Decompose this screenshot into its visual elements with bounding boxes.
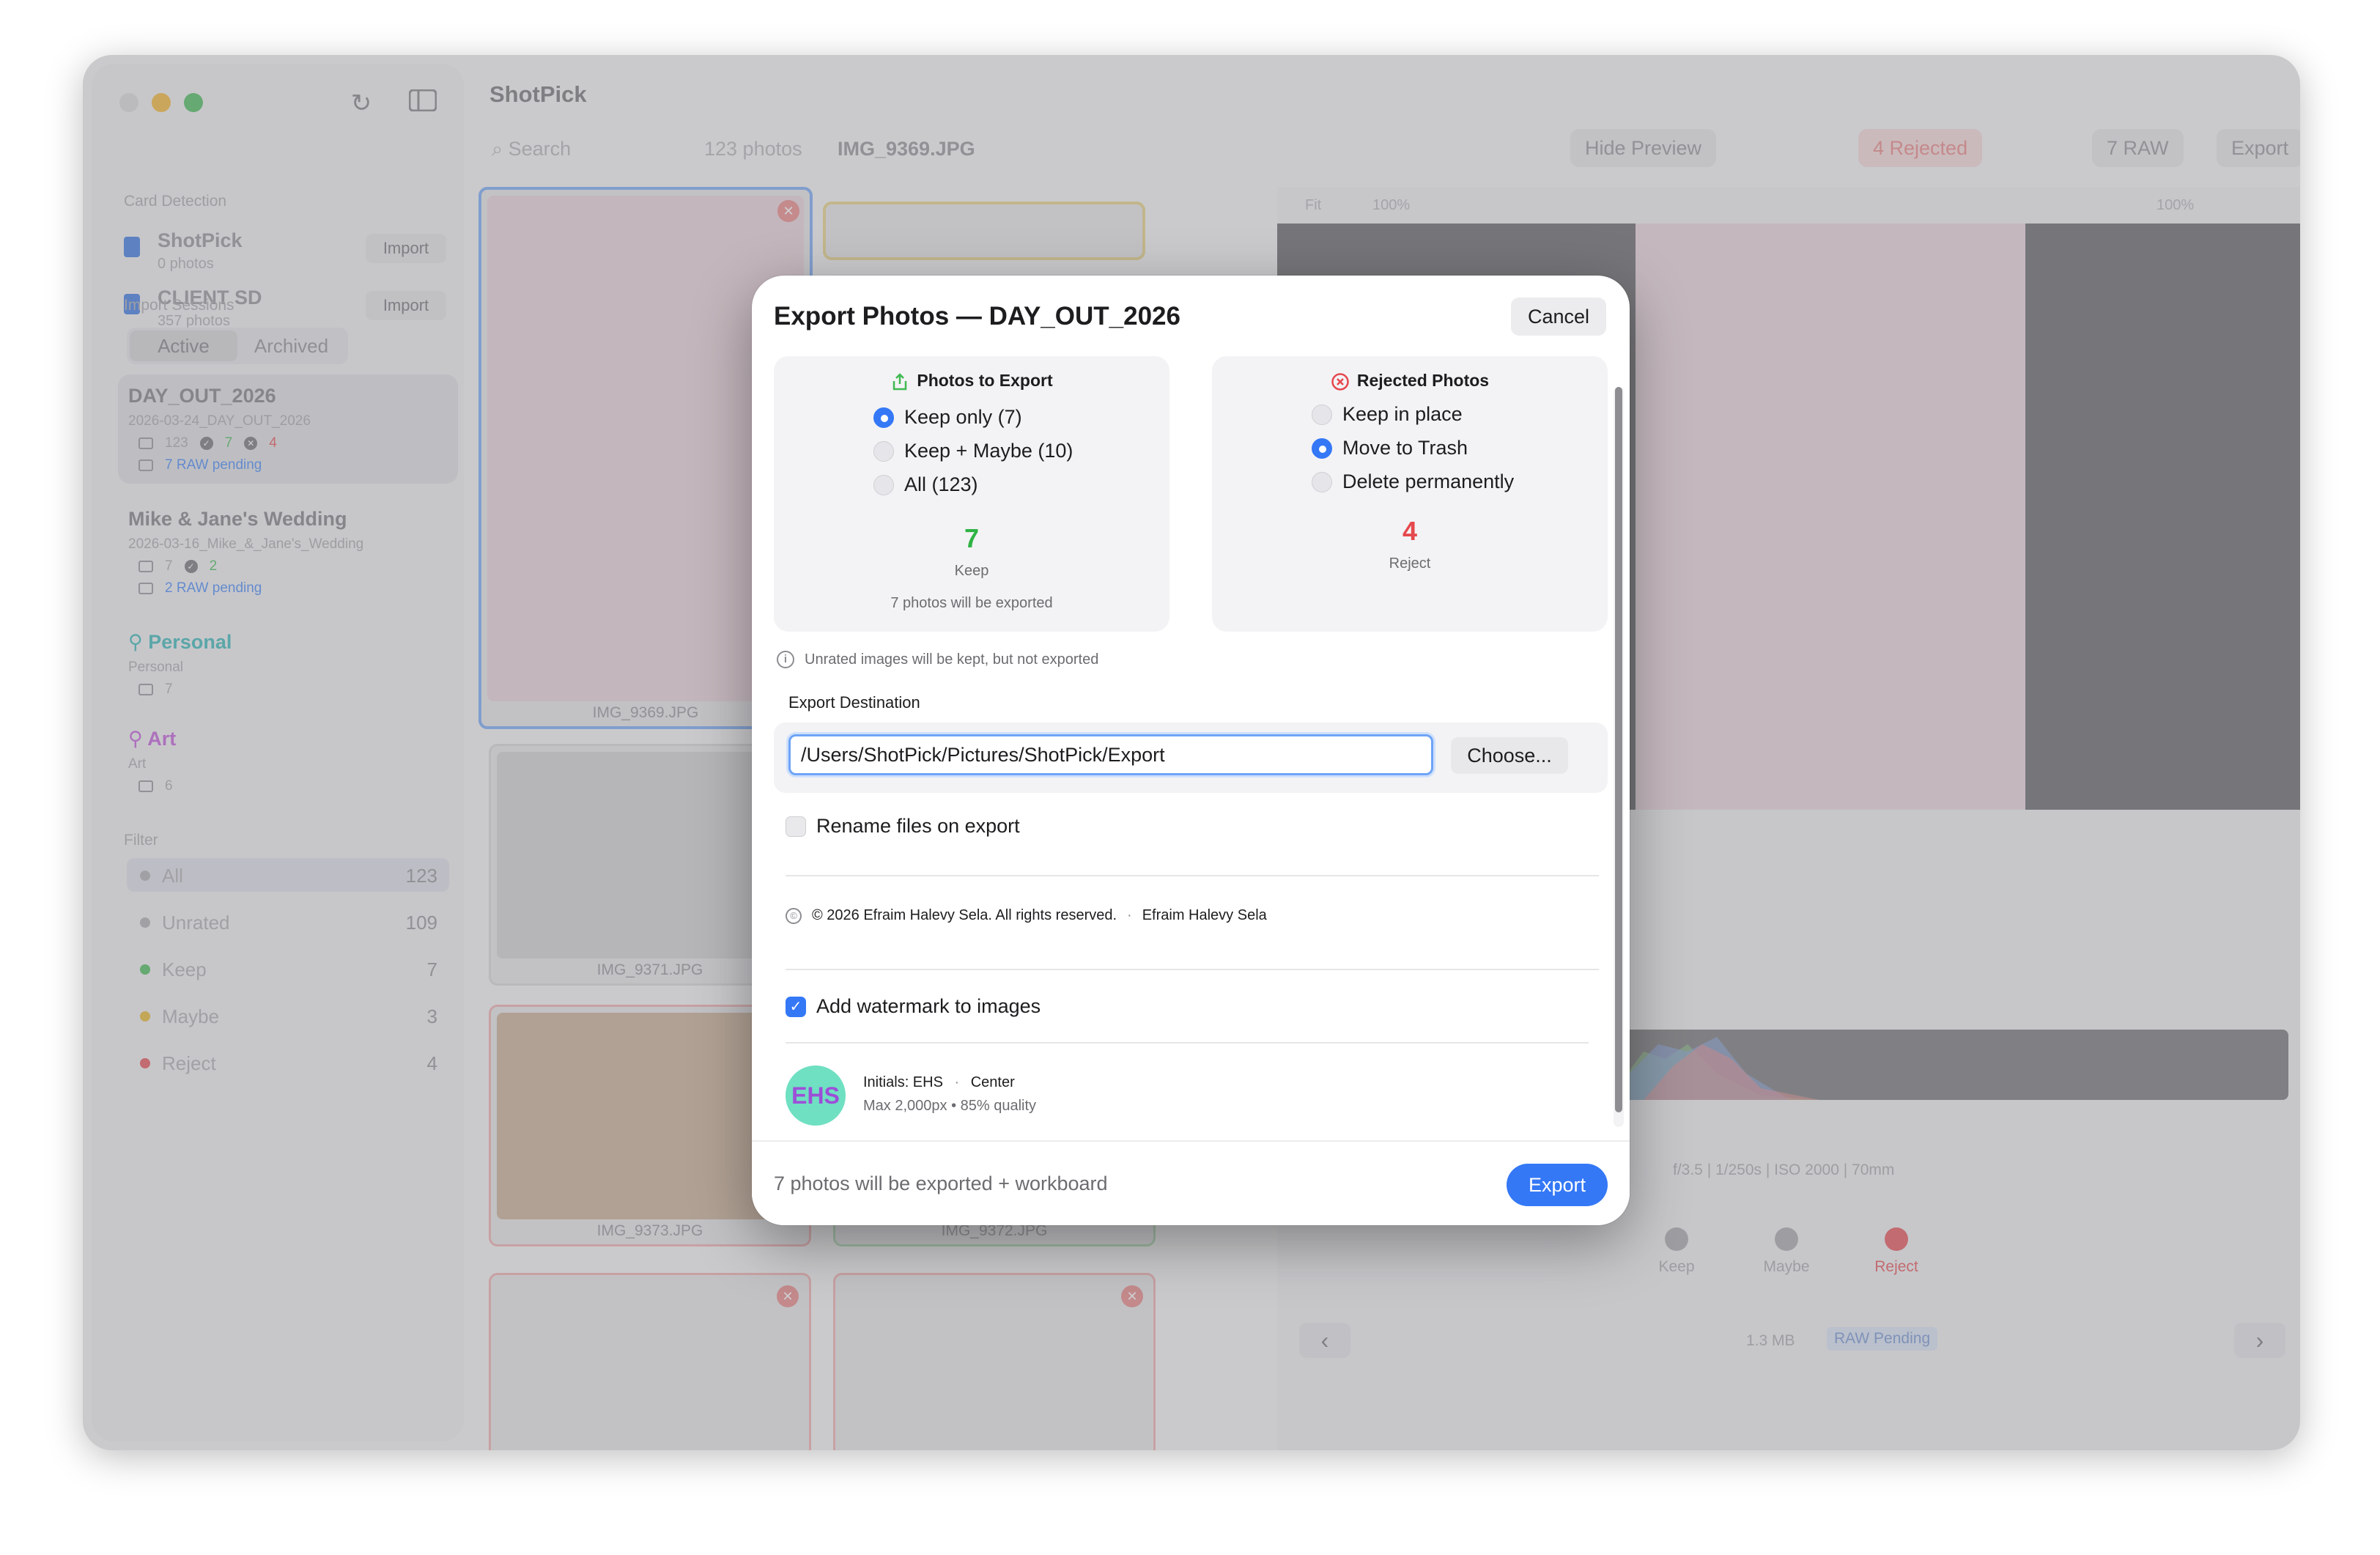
divider [786,1042,1589,1044]
choose-button[interactable]: Choose... [1451,737,1568,774]
separator: · [1127,907,1132,923]
x-circle-icon [1331,372,1350,391]
radio-all[interactable]: All (123) [873,473,978,496]
divider [786,969,1599,970]
scrollbar-thumb[interactable] [1615,387,1622,1112]
radio-label: Keep in place [1342,403,1463,425]
radio-label: All (123) [904,473,978,495]
export-summary: 7 photos will be exported [890,595,1053,611]
unrated-note-text: Unrated images will be kept, but not exp… [805,651,1099,668]
heading-text: Rejected Photos [1356,371,1490,390]
rejected-photos-heading: Rejected Photos [1212,371,1608,391]
radio-keep-in-place[interactable]: Keep in place [1312,403,1463,426]
radio-keep-only[interactable]: Keep only (7) [873,406,1022,429]
radio-move-to-trash[interactable]: Move to Trash [1312,437,1468,459]
radio-keep-maybe[interactable]: Keep + Maybe (10) [873,440,1073,462]
radio-label: Keep + Maybe (10) [904,440,1073,462]
cancel-button[interactable]: Cancel [1511,298,1606,336]
separator: · [954,1074,960,1090]
dialog-scroll-area[interactable]: Photos to Export Keep only (7) Keep + Ma… [752,356,1630,1140]
share-icon [890,372,909,391]
author-text: Efraim Halevy Sela [1142,907,1267,923]
watermark-quality: Max 2,000px • 85% quality [863,1098,1037,1114]
checkbox-indicator [786,816,806,837]
photos-to-export-heading: Photos to Export [774,371,1169,391]
dialog-title: Export Photos — DAY_OUT_2026 [774,302,1180,330]
radio-delete-permanently[interactable]: Delete permanently [1312,470,1514,493]
radio-indicator [1312,404,1332,425]
export-destination-label: Export Destination [788,693,920,712]
divider [786,875,1599,876]
rejected-photos-panel: Rejected Photos Keep in place Move to Tr… [1212,356,1608,632]
photos-to-export-panel: Photos to Export Keep only (7) Keep + Ma… [774,356,1169,632]
checkbox-label: Rename files on export [816,815,1020,837]
radio-label: Keep only (7) [904,406,1022,428]
dialog-footer: 7 photos will be exported + workboard Ex… [752,1140,1630,1225]
radio-label: Delete permanently [1342,470,1515,492]
radio-indicator [1312,437,1332,459]
radio-indicator [873,440,894,462]
copyright-row: © © 2026 Efraim Halevy Sela. All rights … [786,907,1267,924]
reject-count: 4 [1402,516,1418,546]
heading-text: Photos to Export [917,371,1053,390]
export-button[interactable]: Export [1507,1164,1608,1206]
rename-files-checkbox[interactable]: Rename files on export [786,815,1020,838]
radio-indicator [1312,471,1332,492]
radio-label: Move to Trash [1342,437,1468,459]
copyright-icon: © [786,907,802,924]
footer-summary: 7 photos will be exported + workboard [774,1172,1108,1194]
radio-indicator [873,474,894,495]
export-count-label: Keep [954,563,989,579]
dialog-scrollbar[interactable] [1614,387,1624,1127]
unrated-note: i Unrated images will be kept, but not ex… [777,651,1098,668]
copyright-text: © 2026 Efraim Halevy Sela. All rights re… [812,907,1117,923]
reject-count-label: Reject [1389,555,1431,572]
checkbox-label: Add watermark to images [816,995,1041,1017]
info-icon: i [777,651,794,668]
checkbox-indicator: ✓ [786,996,806,1017]
radio-indicator [873,407,894,428]
export-dialog: Export Photos — DAY_OUT_2026 Cancel Phot… [752,276,1630,1225]
watermark-initials: Initials: EHS [863,1074,943,1090]
destination-box: Choose... [774,723,1608,793]
export-count: 7 [964,523,980,553]
destination-path-input[interactable] [788,734,1433,775]
watermark-position: Center [970,1074,1015,1090]
watermark-checkbox[interactable]: ✓ Add watermark to images [786,995,1041,1018]
watermark-details: Initials: EHS · Center [863,1074,1015,1091]
watermark-preview-avatar: EHS [786,1065,846,1126]
